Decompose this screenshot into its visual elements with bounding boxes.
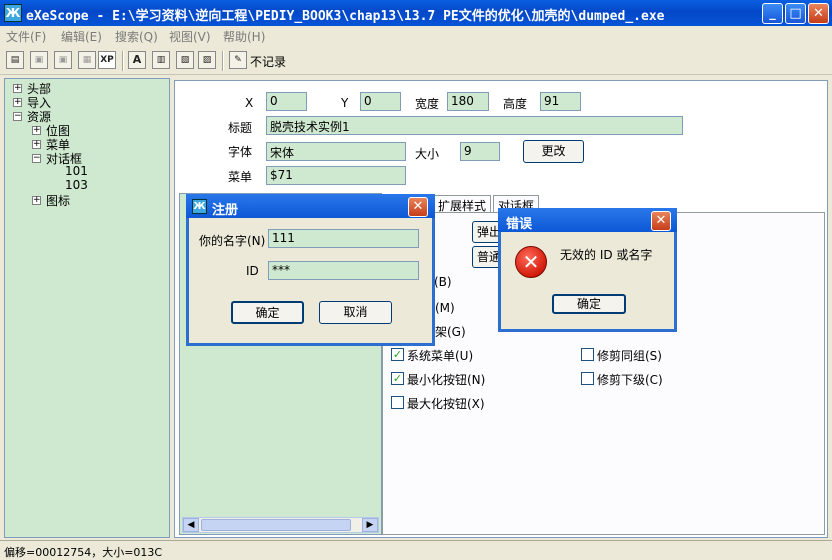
clip-siblings-label: 修剪同组(S) [597,349,662,363]
menu-bar: 文件(F) 编辑(E) 搜索(Q) 视图(V) 帮助(H) [0,26,832,45]
app-icon: Ж [192,199,207,214]
open-icon[interactable]: ▤ [6,51,24,69]
name-label: 你的名字(N) [199,234,266,248]
font-icon[interactable]: A [128,51,146,69]
toolbar: ▤ ▣ ▣ ▦ XP A ▥ ▧ ▨ ✎ 不记录 [0,46,832,75]
app-icon[interactable]: Ж [4,4,22,22]
minimize-box-checkbox[interactable]: ✓ [391,372,404,385]
clip-siblings-checkbox[interactable] [581,348,594,361]
maximize-button[interactable]: □ [785,3,806,24]
clip-children-label: 修剪下级(C) [597,373,663,387]
close-icon[interactable]: ✕ [408,197,428,217]
size-label: 大小 [415,147,440,161]
x-label: X [245,96,254,110]
y-label: Y [341,96,349,110]
resource-tree[interactable]: + 头部 + 导入 − 资源 + 位图 + 菜单 − 对话框 101 103 +… [4,78,170,538]
scroll-thumb[interactable] [201,519,351,531]
minimize-box-label: 最小化按钮(N) [407,373,486,387]
status-text: 偏移=00012754，大小=013C [4,546,163,559]
menu-search[interactable]: 搜索(Q) [115,28,158,45]
xp-icon[interactable]: XP [98,51,116,69]
tab-extended-style[interactable]: 扩展样式 [433,195,492,213]
record-icon[interactable]: ✎ [229,51,247,69]
menu-edit[interactable]: 编辑(E) [61,28,102,45]
font-label: 字体 [228,145,253,159]
size-field[interactable]: 9 [460,142,500,161]
menu-field[interactable]: $71 [266,166,406,185]
name-input[interactable]: 111 [268,229,419,248]
maximize-box-label: 最大化按钮(X) [407,397,485,411]
error-ok-button[interactable]: 确定 [552,294,626,314]
menu-view[interactable]: 视图(V) [169,28,211,45]
checkbox-label: (B) [434,275,452,289]
id-input[interactable]: *** [268,261,419,280]
no-record-label[interactable]: 不记录 [250,53,286,70]
expand-icon[interactable]: + [32,126,41,135]
y-field[interactable]: 0 [360,92,401,111]
menu-file[interactable]: 文件(F) [6,28,46,45]
collapse-icon[interactable]: − [32,154,41,163]
register-dialog-titlebar: Ж 注册 ✕ [186,194,435,218]
menu-help[interactable]: 帮助(H) [223,28,265,45]
clip-children-checkbox[interactable] [581,372,594,385]
height-label: 高度 [503,97,528,111]
save-icon[interactable]: ▣ [30,51,48,69]
toolbar-separator [222,51,224,71]
scroll-right-icon[interactable]: ▶ [362,518,378,532]
dialog-icon[interactable]: ▨ [198,51,216,69]
binary-icon[interactable]: ▥ [152,51,170,69]
close-icon[interactable]: ✕ [651,211,671,231]
register-dialog: Ж 注册 ✕ 你的名字(N) 111 ID *** 确定 取消 [186,194,435,346]
toolbar-separator [122,51,124,71]
maximize-box-checkbox[interactable] [391,396,404,409]
save-as-icon[interactable]: ▣ [54,51,72,69]
caption-field[interactable]: 脱壳技术实例1 [266,116,683,135]
window-title: eXeScope - E:\学习资料\逆向工程\PEDIY_BOOK3\chap… [26,9,665,24]
collapse-icon[interactable]: − [13,112,22,121]
id-label: ID [246,264,259,278]
expand-icon[interactable]: + [32,140,41,149]
x-field[interactable]: 0 [266,92,307,111]
scroll-left-icon[interactable]: ◀ [183,518,199,532]
system-menu-checkbox[interactable]: ✓ [391,348,404,361]
minimize-button[interactable]: _ [762,3,783,24]
status-bar: 偏移=00012754，大小=013C [0,540,832,560]
tree-item-icon[interactable]: 图标 [46,192,70,209]
close-button[interactable]: ✕ [808,3,829,24]
width-label: 宽度 [415,97,440,111]
cancel-button[interactable]: 取消 [319,301,392,324]
export-icon[interactable]: ▦ [78,51,96,69]
ok-button[interactable]: 确定 [231,301,304,324]
register-dialog-title: 注册 [212,203,239,218]
error-dialog-titlebar: 错误 ✕ [498,208,677,232]
height-field[interactable]: 91 [540,92,581,111]
caption-label: 标题 [228,121,253,135]
tree-item-103[interactable]: 103 [65,178,88,192]
system-menu-label: 系统菜单(U) [407,349,474,363]
error-message: 无效的 ID 或名字 [560,248,653,262]
expand-icon[interactable]: + [13,98,22,107]
expand-icon[interactable]: + [13,84,22,93]
width-field[interactable]: 180 [447,92,489,111]
error-icon: ✕ [515,246,547,278]
expand-icon[interactable]: + [32,196,41,205]
horizontal-scrollbar[interactable]: ◀ ▶ [182,517,379,533]
tree-item-101[interactable]: 101 [65,164,88,178]
view-icon[interactable]: ▧ [176,51,194,69]
error-dialog: 错误 ✕ ✕ 无效的 ID 或名字 确定 [498,208,677,332]
title-bar: Ж eXeScope - E:\学习资料\逆向工程\PEDIY_BOOK3\ch… [0,0,832,26]
error-dialog-title: 错误 [506,217,533,232]
change-font-button[interactable]: 更改 [523,140,584,163]
font-field[interactable]: 宋体 [266,142,406,161]
menu-label: 菜单 [228,170,253,184]
